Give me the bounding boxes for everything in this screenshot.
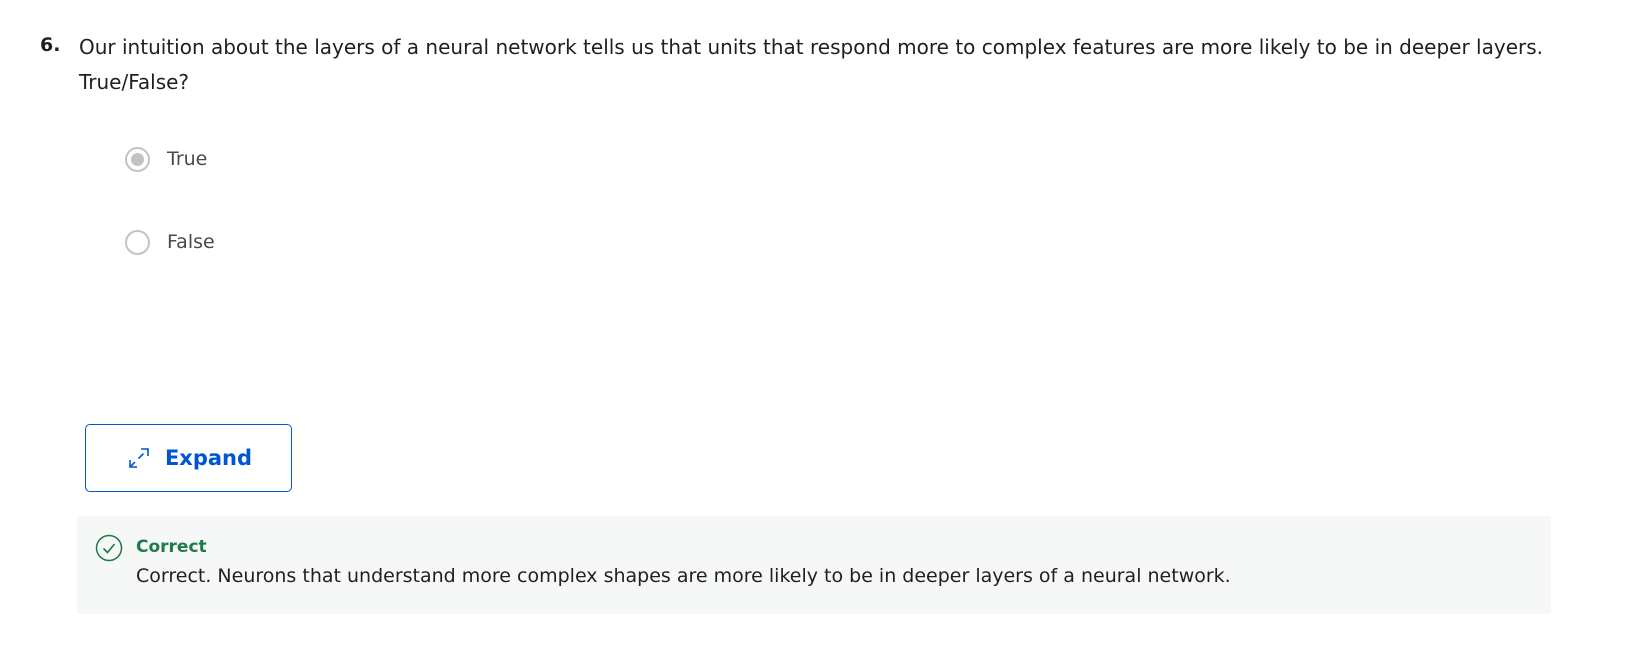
check-circle-icon xyxy=(95,534,123,562)
feedback-panel: Correct Correct. Neurons that understand… xyxy=(77,516,1551,614)
expand-arrows-icon xyxy=(129,448,149,468)
option-label-false: False xyxy=(167,231,215,253)
question-text: Our intuition about the layers of a neur… xyxy=(79,35,1543,94)
radio-true[interactable] xyxy=(125,146,150,172)
feedback-text: Correct. Neurons that understand more co… xyxy=(136,565,1231,587)
expand-button[interactable]: Expand xyxy=(85,424,292,492)
radio-false[interactable] xyxy=(125,229,150,255)
option-true[interactable]: True xyxy=(125,144,207,174)
feedback-title: Correct xyxy=(136,537,207,557)
expand-button-label: Expand xyxy=(164,446,253,470)
question-number: 6. xyxy=(40,34,61,56)
option-label-true: True xyxy=(167,148,208,170)
option-false[interactable]: False xyxy=(125,227,215,257)
